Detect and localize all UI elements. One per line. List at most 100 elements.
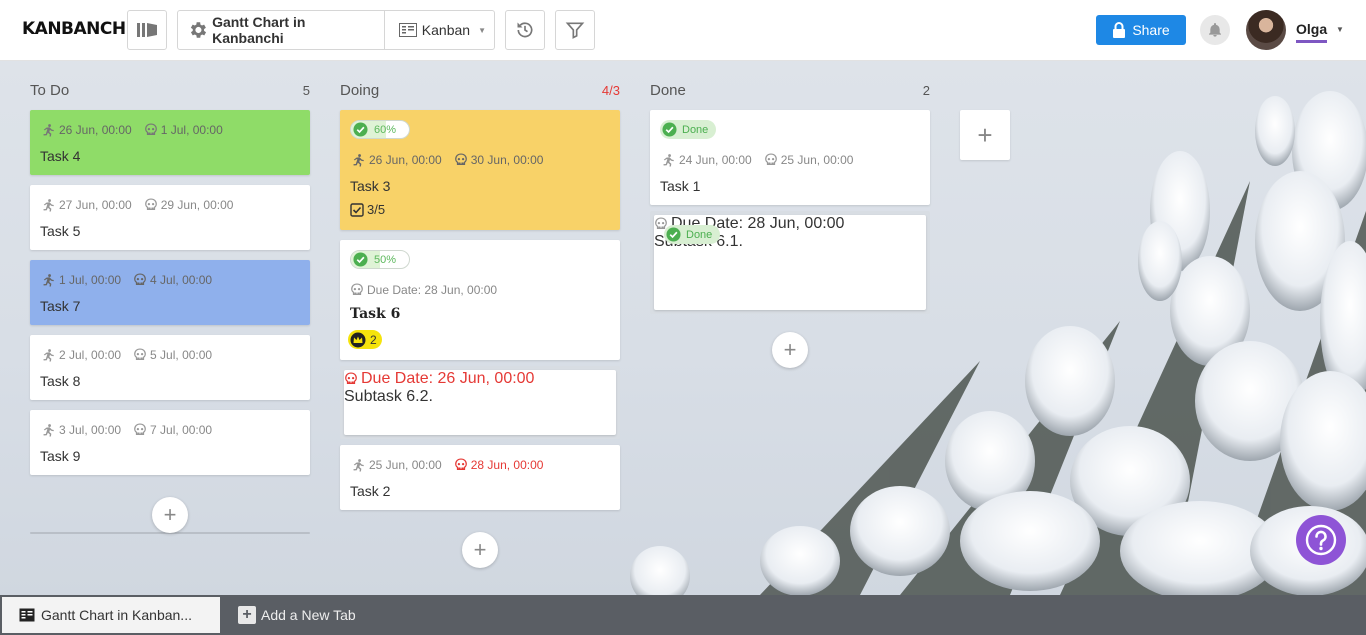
user-name[interactable]: Olga	[1296, 21, 1328, 43]
lock-icon	[1113, 22, 1126, 38]
runner-icon	[43, 349, 54, 362]
check-circle-icon	[662, 122, 677, 137]
card-title: Task 1	[660, 178, 701, 194]
column-title: Doing	[340, 82, 380, 99]
add-card-button[interactable]: +	[772, 332, 808, 368]
check-circle-icon	[353, 252, 368, 267]
plus-icon: +	[473, 537, 487, 562]
tab-label: Gantt Chart in Kanban...	[41, 607, 192, 623]
card-task-9[interactable]: 3 Jul, 00:00 7 Jul, 00:00 Task 9	[30, 410, 310, 475]
card-task-4[interactable]: 26 Jun, 00:00 1 Jul, 00:00 Task 4	[30, 110, 310, 175]
progress-badge: 60%	[350, 120, 410, 139]
board-title: Gantt Chart in Kanbanchi	[212, 14, 306, 46]
gear-icon	[190, 22, 207, 38]
due-date-overdue: 28 Jun, 00:00	[454, 458, 543, 472]
card-task-7[interactable]: 1 Jul, 00:00 4 Jul, 00:00 Task 7	[30, 260, 310, 325]
add-new-tab-button[interactable]: + Add a New Tab	[238, 595, 356, 635]
column-done: Done 2	[650, 80, 930, 102]
card-task-1[interactable]: Done 24 Jun, 00:00 25 Jun, 00:00 Task 1	[650, 110, 930, 205]
card-title: Task 3	[350, 178, 391, 194]
card-dates: 26 Jun, 00:00 30 Jun, 00:00	[350, 153, 555, 167]
skull-icon	[144, 198, 157, 210]
user-avatar[interactable]	[1246, 10, 1286, 50]
column-header[interactable]: To Do 5	[30, 80, 310, 102]
start-date: 26 Jun, 00:00	[350, 153, 442, 167]
start-date: 1 Jul, 00:00	[40, 273, 121, 287]
card-task-6[interactable]: 50% Due Date: 28 Jun, 00:00 Task 6 2	[340, 240, 620, 360]
view-type-dropdown[interactable]: Kanban ▼	[385, 22, 494, 38]
subtask-container: Due Date: 26 Jun, 00:00 Subtask 6.2.	[340, 366, 620, 439]
check-circle-icon	[666, 227, 681, 242]
card-task-3[interactable]: 60% 26 Jun, 00:00 30 Jun, 00:00 Task 3 3…	[340, 110, 620, 230]
card-title: Task 9	[40, 448, 81, 464]
crown-icon	[350, 332, 366, 347]
column-header[interactable]: Doing 4/3	[340, 80, 620, 102]
start-date: 3 Jul, 00:00	[40, 423, 121, 437]
help-button[interactable]	[1296, 515, 1346, 565]
due-date: 5 Jul, 00:00	[133, 348, 212, 362]
card-dates: 26 Jun, 00:00 1 Jul, 00:00	[40, 123, 235, 137]
column-todo: To Do 5	[30, 80, 310, 102]
notifications-button[interactable]	[1200, 15, 1230, 45]
runner-icon	[43, 424, 54, 437]
share-label: Share	[1132, 22, 1170, 38]
skull-icon	[345, 372, 357, 384]
chevron-down-icon[interactable]: ▼	[1336, 25, 1344, 34]
filter-icon	[565, 22, 585, 39]
skull-icon	[134, 348, 146, 360]
plus-icon: +	[783, 337, 797, 362]
skull-icon	[764, 153, 777, 165]
card-dates: 1 Jul, 00:00 4 Jul, 00:00	[40, 273, 224, 287]
plus-icon: +	[163, 502, 177, 527]
card-dates: 27 Jun, 00:00 29 Jun, 00:00	[40, 198, 245, 212]
card-task-2[interactable]: 25 Jun, 00:00 28 Jun, 00:00 Task 2	[340, 445, 620, 510]
add-card-button[interactable]: +	[462, 532, 498, 568]
due-date: 30 Jun, 00:00	[454, 153, 543, 167]
status-badge: Done	[664, 225, 721, 244]
share-button[interactable]: Share	[1096, 15, 1186, 45]
card-title: Task 8	[40, 373, 81, 389]
skull-icon	[351, 283, 363, 295]
toggle-sidebar-button[interactable]	[127, 10, 167, 50]
due-date: 29 Jun, 00:00	[144, 198, 233, 212]
due-date: 25 Jun, 00:00	[764, 153, 853, 167]
column-doing: Doing 4/3	[340, 80, 620, 102]
skull-icon	[454, 458, 467, 470]
card-subtask-6-2[interactable]: Due Date: 26 Jun, 00:00 Subtask 6.2.	[344, 370, 616, 435]
start-date: 2 Jul, 00:00	[40, 348, 121, 362]
start-date: 25 Jun, 00:00	[350, 458, 442, 472]
plus-icon: +	[238, 606, 256, 624]
card-subtask-6-1[interactable]: Done Due Date: 28 Jun, 00:00 Subtask 6.1…	[654, 215, 926, 310]
card-dates: Due Date: 28 Jun, 00:00	[350, 283, 509, 297]
checkbox-icon	[350, 202, 364, 217]
add-column-button[interactable]: +	[960, 110, 1010, 160]
subcards-badge: 2	[348, 330, 382, 349]
due-date: 4 Jul, 00:00	[133, 273, 212, 287]
board-selector: Gantt Chart in Kanbanchi Kanban ▼	[177, 10, 495, 50]
kanban-view-icon	[398, 23, 417, 37]
skull-icon	[134, 423, 146, 435]
card-task-8[interactable]: 2 Jul, 00:00 5 Jul, 00:00 Task 8	[30, 335, 310, 400]
checklist-counter: 3/5	[350, 202, 385, 217]
history-button[interactable]	[505, 10, 545, 50]
card-title: Task 6	[350, 306, 401, 322]
card-dates: Due Date: 26 Jun, 00:00	[344, 370, 616, 388]
tab-gantt-chart-board[interactable]: Gantt Chart in Kanban...	[2, 597, 220, 633]
card-dates: 2 Jul, 00:00 5 Jul, 00:00	[40, 348, 224, 362]
plus-icon: +	[977, 119, 993, 150]
column-header[interactable]: Done 2	[650, 80, 930, 102]
card-dates: 25 Jun, 00:00 28 Jun, 00:00	[350, 458, 555, 472]
filter-button[interactable]	[555, 10, 595, 50]
card-dates: 24 Jun, 00:00 25 Jun, 00:00	[660, 153, 865, 167]
add-card-button[interactable]: +	[152, 497, 188, 533]
runner-icon	[43, 274, 54, 287]
board-settings-button[interactable]: Gantt Chart in Kanbanchi	[178, 11, 385, 49]
bottom-tab-bar: Gantt Chart in Kanban... + Add a New Tab	[0, 595, 1366, 635]
runner-icon	[43, 199, 54, 212]
view-type-label: Kanban	[421, 22, 471, 38]
runner-icon	[663, 154, 674, 167]
app-logo[interactable]: KANBANCHI	[22, 19, 132, 39]
card-task-5[interactable]: 27 Jun, 00:00 29 Jun, 00:00 Task 5	[30, 185, 310, 250]
card-title: Subtask 6.2.	[344, 388, 433, 405]
column-card-count: 2	[922, 83, 930, 98]
